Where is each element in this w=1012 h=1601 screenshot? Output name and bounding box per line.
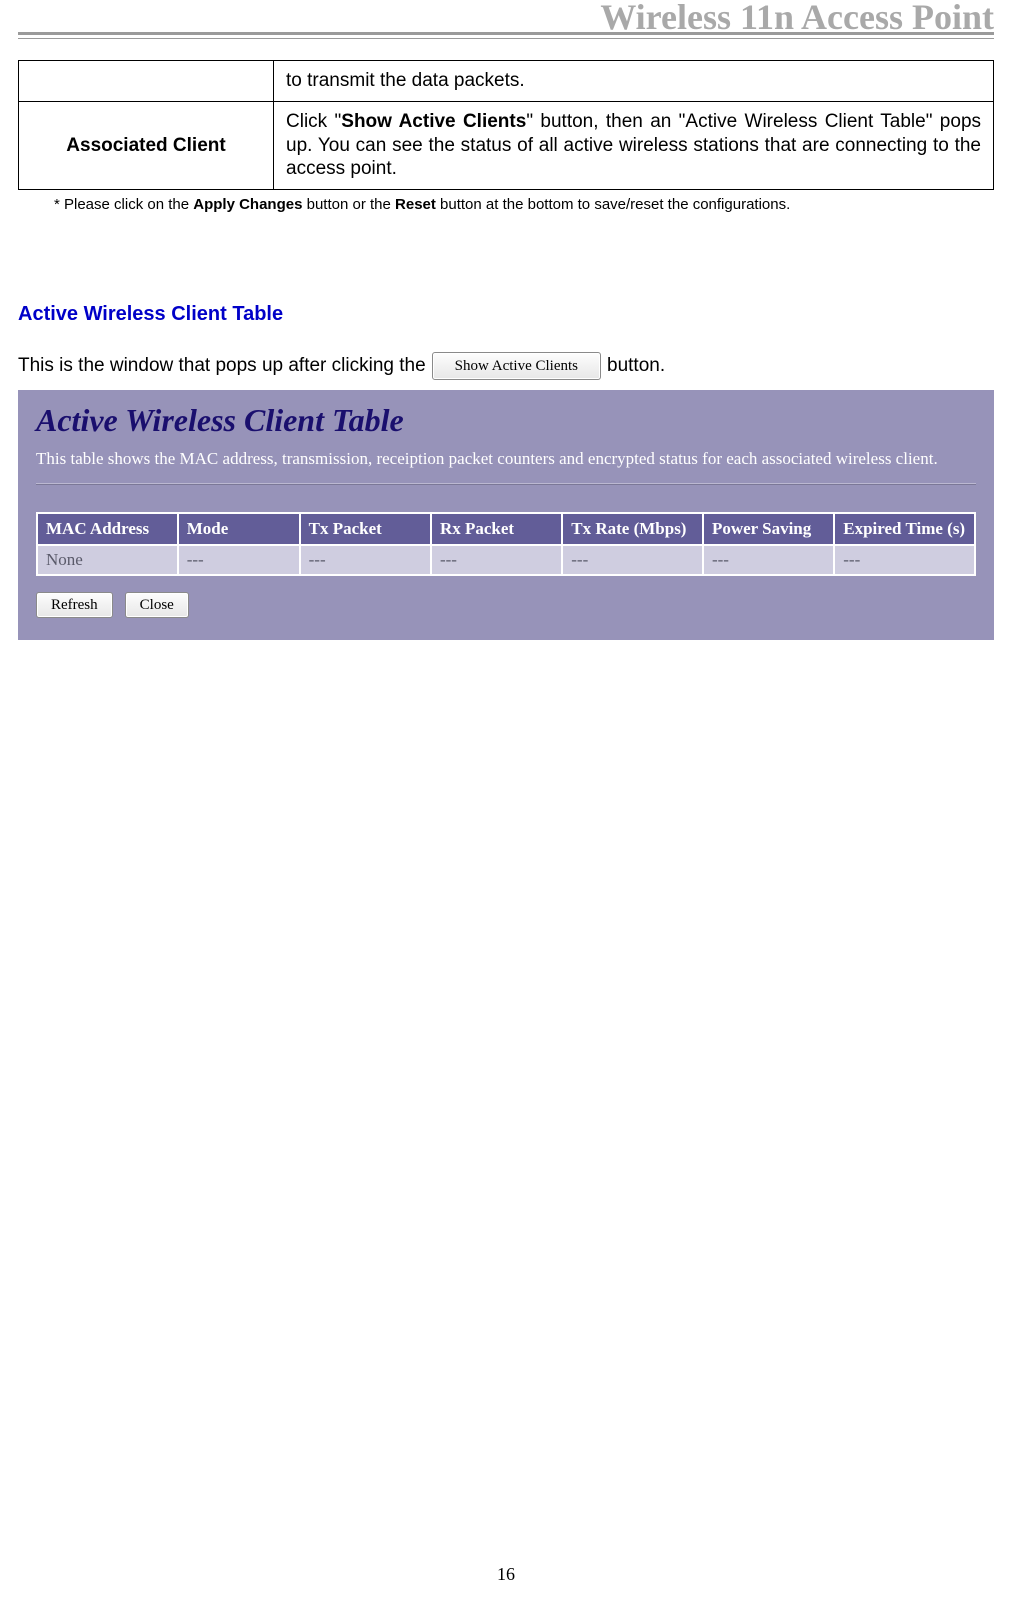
col-expired: Expired Time (s) <box>834 513 975 546</box>
definition-table: to transmit the data packets. Associated… <box>18 60 994 190</box>
cell-power: --- <box>703 545 834 575</box>
text-fragment: * Please click on the <box>54 196 193 213</box>
show-active-clients-button[interactable]: Show Active Clients <box>432 352 601 380</box>
section-heading: Active Wireless Client Table <box>18 303 994 326</box>
cell-mode: --- <box>178 545 300 575</box>
page-number: 16 <box>0 1564 1012 1585</box>
text-fragment: This is the window that pops up after cl… <box>18 355 426 377</box>
text-fragment: button at the bottom to save/reset the c… <box>436 196 790 213</box>
text-bold: Apply Changes <box>193 196 302 213</box>
text-bold: Reset <box>395 196 436 213</box>
divider <box>18 38 994 39</box>
def-label: Associated Client <box>19 101 274 189</box>
table-row: None --- --- --- --- --- --- <box>37 545 975 575</box>
page-header: Wireless 11n Access Point <box>18 0 994 42</box>
def-desc: to transmit the data packets. <box>274 61 994 102</box>
cell-txpacket: --- <box>300 545 431 575</box>
col-mode: Mode <box>178 513 300 546</box>
intro-text: This is the window that pops up after cl… <box>18 352 994 380</box>
close-button[interactable]: Close <box>125 592 189 618</box>
divider <box>36 483 976 484</box>
table-header-row: MAC Address Mode Tx Packet Rx Packet Tx … <box>37 513 975 546</box>
text-fragment: button. <box>607 355 665 377</box>
col-txpacket: Tx Packet <box>300 513 431 546</box>
cell-expired: --- <box>834 545 975 575</box>
active-client-popup: Active Wireless Client Table This table … <box>18 390 994 640</box>
col-mac: MAC Address <box>37 513 178 546</box>
text-fragment: Click " <box>286 111 341 132</box>
col-power: Power Saving <box>703 513 834 546</box>
client-table: MAC Address Mode Tx Packet Rx Packet Tx … <box>36 512 976 577</box>
table-row: to transmit the data packets. <box>19 61 994 102</box>
table-row: Associated Client Click "Show Active Cli… <box>19 101 994 189</box>
text-fragment: button or the <box>302 196 395 213</box>
col-rxpacket: Rx Packet <box>431 513 562 546</box>
footnote: * Please click on the Apply Changes butt… <box>54 196 994 213</box>
popup-title: Active Wireless Client Table <box>36 402 976 439</box>
def-desc: Click "Show Active Clients" button, then… <box>274 101 994 189</box>
popup-button-row: Refresh Close <box>36 592 976 618</box>
divider <box>18 32 994 35</box>
col-txrate: Tx Rate (Mbps) <box>562 513 703 546</box>
cell-txrate: --- <box>562 545 703 575</box>
popup-description: This table shows the MAC address, transm… <box>36 449 976 469</box>
refresh-button[interactable]: Refresh <box>36 592 113 618</box>
cell-rxpacket: --- <box>431 545 562 575</box>
text-bold: Show Active Clients <box>341 111 526 132</box>
def-label <box>19 61 274 102</box>
cell-mac: None <box>37 545 178 575</box>
